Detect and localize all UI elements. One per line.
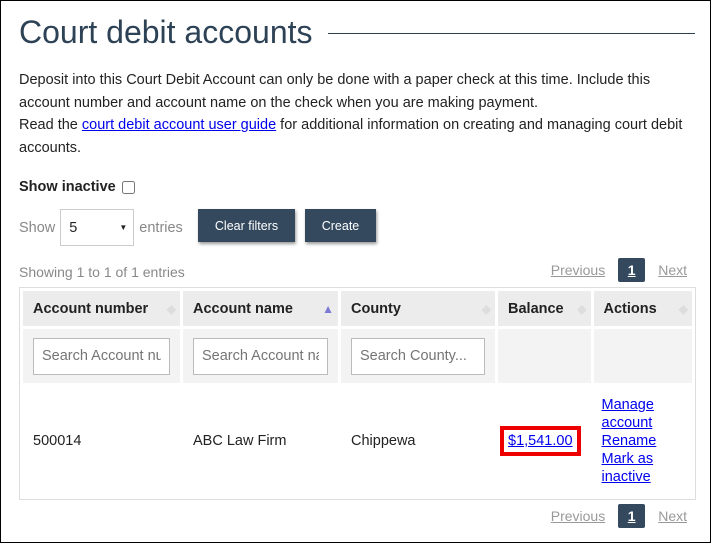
previous-button[interactable]: Previous: [551, 508, 605, 524]
next-button[interactable]: Next: [658, 262, 687, 278]
page-1-button[interactable]: 1: [618, 504, 646, 528]
sort-icon: ◆: [678, 302, 688, 316]
col-label: County: [351, 300, 401, 317]
create-button[interactable]: Create: [305, 209, 376, 242]
page-length-select[interactable]: 5 ▼: [60, 209, 135, 246]
sort-icon: ◆: [166, 302, 176, 316]
sort-icon: ◆: [481, 302, 491, 316]
pagination-bottom: Previous 1 Next: [538, 504, 687, 528]
deposit-note: Deposit into this Court Debit Account ca…: [19, 72, 651, 111]
search-account-name[interactable]: [193, 337, 328, 375]
rename-link[interactable]: Rename: [602, 432, 682, 450]
col-actions[interactable]: Actions ◆: [593, 291, 692, 326]
page-length: Show 5 ▼ entries: [19, 209, 183, 246]
clear-filters-button[interactable]: Clear filters: [198, 209, 295, 242]
table-info: Showing 1 to 1 of 1 entries: [19, 264, 185, 280]
sort-asc-icon: ▲: [322, 302, 334, 316]
balance-link[interactable]: $1,541.00: [500, 426, 581, 456]
search-county[interactable]: [351, 337, 485, 375]
page-title: Court debit accounts: [19, 14, 313, 50]
next-button[interactable]: Next: [658, 508, 687, 524]
empty-filter: [498, 329, 591, 383]
col-account-number[interactable]: Account number ◆: [23, 291, 180, 326]
sort-icon: ◆: [577, 302, 587, 316]
entries-label: entries: [139, 219, 183, 236]
cell-county: Chippewa: [351, 433, 416, 449]
show-inactive[interactable]: Show inactive: [19, 179, 135, 195]
cell-account-name: ABC Law Firm: [193, 433, 287, 449]
page-1-button[interactable]: 1: [618, 258, 646, 282]
accounts-table: Account number ◆ Account name ▲ County ◆ Ba…: [19, 287, 696, 500]
search-account-number[interactable]: [33, 337, 170, 375]
show-inactive-checkbox[interactable]: [121, 180, 135, 194]
table-row: 500014 ABC Law Firm Chippewa $1,541.00 M…: [23, 386, 692, 496]
empty-filter: [593, 329, 692, 383]
guide-pre: Read the: [19, 117, 82, 133]
cell-account-number: 500014: [33, 433, 82, 449]
caret-down-icon: ▼: [119, 223, 128, 232]
col-balance[interactable]: Balance ◆: [498, 291, 591, 326]
show-inactive-label: Show inactive: [19, 179, 116, 195]
col-county[interactable]: County ◆: [341, 291, 495, 326]
col-account-name[interactable]: Account name ▲: [183, 291, 338, 326]
show-label: Show: [19, 219, 56, 236]
manage-account-link[interactable]: Manage account: [602, 396, 682, 432]
mark-inactive-link[interactable]: Mark as inactive: [602, 450, 682, 486]
page-length-value: 5: [69, 219, 78, 236]
title-divider: [328, 33, 695, 34]
col-label: Actions: [603, 300, 657, 317]
intro-text: Deposit into this Court Debit Account ca…: [19, 69, 689, 159]
col-label: Account name: [193, 300, 293, 317]
previous-button[interactable]: Previous: [551, 262, 605, 278]
col-label: Account number: [33, 300, 149, 317]
pagination-top: Previous 1 Next: [538, 258, 687, 282]
user-guide-link[interactable]: court debit account user guide: [82, 117, 276, 133]
col-label: Balance: [508, 300, 564, 317]
